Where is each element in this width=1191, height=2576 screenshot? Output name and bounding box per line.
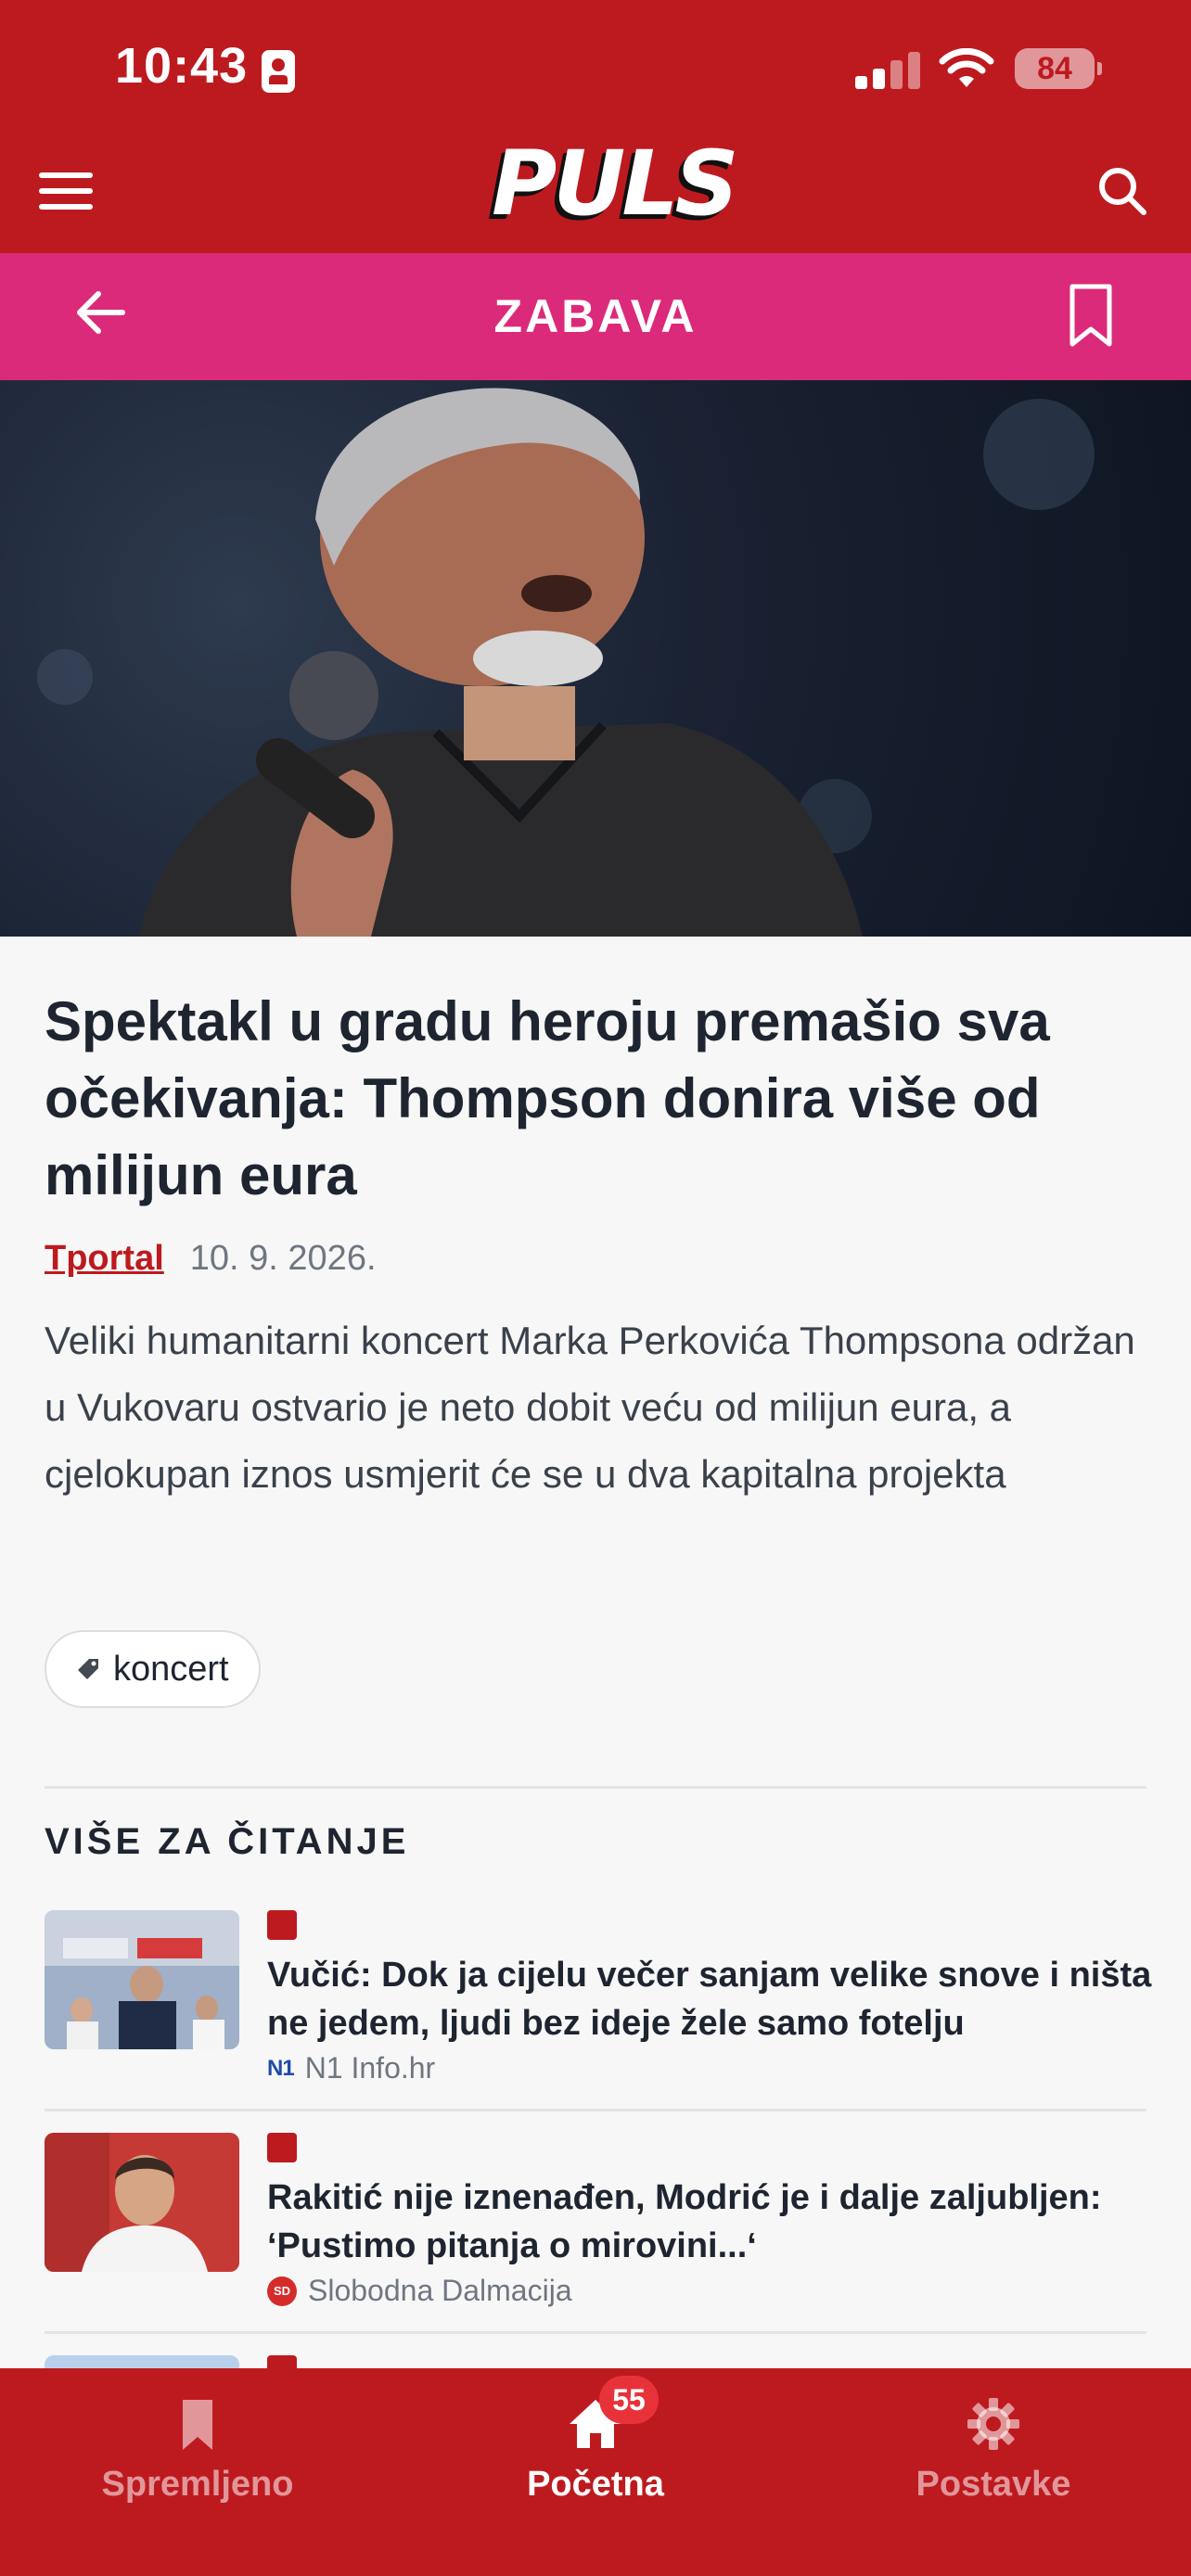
wifi-icon: [939, 48, 994, 87]
category-marker: [267, 2133, 297, 2162]
hamburger-menu-icon[interactable]: [39, 172, 93, 210]
nav-settings[interactable]: Postavke: [854, 2394, 1133, 2505]
back-arrow-icon[interactable]: [72, 285, 128, 340]
nav-settings-label: Postavke: [916, 2465, 1071, 2504]
related-source-label: Slobodna Dalmacija: [308, 2274, 572, 2307]
slobodna-dalmacija-logo-icon: SD: [267, 2276, 297, 2306]
tag-chip[interactable]: koncert: [45, 1630, 261, 1708]
category-bar: ZABAVA: [0, 253, 1191, 380]
notification-badge: 55: [599, 2376, 659, 2424]
nav-home-label: Početna: [527, 2465, 664, 2504]
battery-indicator: 84: [1015, 48, 1102, 89]
category-marker: [267, 2355, 297, 2368]
status-bar: 10:43 84: [0, 0, 1191, 139]
contact-card-icon: [262, 50, 295, 93]
related-article-title: Rakitić nije iznenađen, Modrić je i dalj…: [267, 2178, 1102, 2265]
related-article-item[interactable]: [45, 2355, 1158, 2368]
n1-logo-icon: N1: [267, 2055, 295, 2081]
bottom-navigation: Spremljeno Početna 55 Postavke: [0, 2368, 1191, 2576]
related-article-title: Vučić: Dok ja cijelu večer sanjam velike…: [267, 1956, 1152, 2043]
tag-icon: [78, 1659, 98, 1679]
singer-photo: [37, 388, 1095, 937]
related-article-item[interactable]: Rakitić nije iznenađen, Modrić je i dalj…: [45, 2133, 1158, 2318]
article-hero-image: [0, 380, 1191, 937]
nav-saved-label: Spremljeno: [101, 2465, 294, 2504]
tag-label: koncert: [113, 1649, 229, 1689]
article-meta: Tportal 10. 9. 2026.: [45, 1239, 377, 1279]
related-article-source: N1 N1 Info.hr: [267, 2051, 435, 2085]
bookmark-icon[interactable]: [1067, 283, 1115, 348]
puls-logo[interactable]: PULS: [492, 137, 739, 230]
cellular-signal-icon: [855, 52, 920, 89]
battery-level: 84: [1037, 51, 1072, 86]
related-article-item[interactable]: Vučić: Dok ja cijelu večer sanjam velike…: [45, 1910, 1158, 2096]
nav-home[interactable]: Početna: [456, 2394, 735, 2505]
article-date: 10. 9. 2026.: [189, 1239, 377, 1278]
related-section-title: VIŠE ZA ČITANJE: [45, 1821, 410, 1862]
divider: [45, 2109, 1146, 2111]
category-marker: [267, 1910, 297, 1940]
related-article-thumbnail: [45, 2355, 239, 2368]
search-icon[interactable]: [1096, 165, 1148, 217]
divider: [45, 1786, 1146, 1789]
article-source-link[interactable]: Tportal: [45, 1239, 164, 1278]
gear-icon: [967, 2398, 1019, 2450]
related-article-thumbnail: [45, 1910, 239, 2049]
status-time: 10:43: [115, 38, 249, 94]
bookmark-icon: [183, 2400, 212, 2450]
related-article-source: SD Slobodna Dalmacija: [267, 2274, 572, 2308]
app-header: 10:43 84 PULS: [0, 0, 1191, 253]
article-summary: Veliki humanitarni koncert Marka Perkovi…: [45, 1319, 1135, 1496]
nav-saved[interactable]: Spremljeno: [58, 2394, 337, 2505]
divider: [45, 2331, 1146, 2334]
source-logo-text: SD: [273, 2283, 291, 2298]
related-article-thumbnail: [45, 2133, 239, 2272]
related-source-label: N1 Info.hr: [304, 2051, 436, 2085]
article-title: Spektakl u gradu heroju premašio sva oče…: [45, 990, 1050, 1206]
category-title: ZABAVA: [493, 290, 698, 342]
